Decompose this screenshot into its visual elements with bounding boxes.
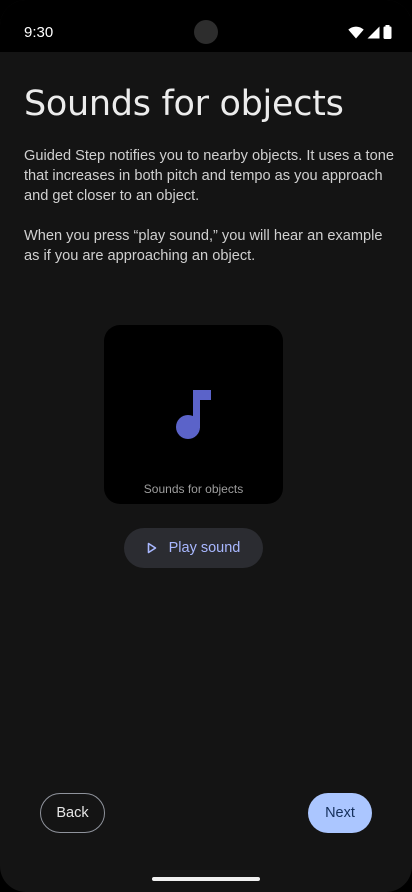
card-caption: Sounds for objects bbox=[143, 482, 244, 496]
status-bar: 9:30 bbox=[0, 0, 412, 52]
gesture-navigation-bar[interactable] bbox=[152, 877, 260, 881]
status-icons bbox=[348, 25, 392, 39]
description-paragraph: Guided Step notifies you to nearby objec… bbox=[24, 148, 394, 204]
page-title: Sounds for objects bbox=[24, 84, 344, 124]
sound-preview-card: Sounds for objects bbox=[104, 325, 283, 504]
status-time: 9:30 bbox=[24, 24, 54, 41]
play-sound-label: Play sound bbox=[168, 540, 241, 556]
music-note-icon bbox=[176, 390, 211, 439]
play-sound-button[interactable]: Play sound bbox=[124, 528, 263, 568]
signal-icon bbox=[367, 26, 380, 38]
camera-cutout bbox=[194, 20, 218, 44]
back-button[interactable]: Back bbox=[40, 793, 105, 833]
next-button[interactable]: Next bbox=[308, 793, 372, 833]
wifi-icon bbox=[348, 26, 364, 38]
instruction-paragraph: When you press “play sound,” you will he… bbox=[24, 228, 383, 264]
screen: 9:30 Sounds for objects Guided Step noti… bbox=[0, 0, 412, 892]
play-icon bbox=[147, 542, 156, 554]
battery-icon bbox=[383, 25, 392, 39]
